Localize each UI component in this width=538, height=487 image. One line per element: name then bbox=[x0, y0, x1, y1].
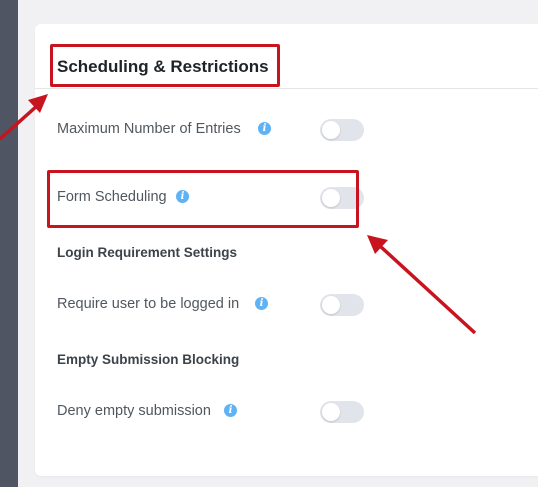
toggle-knob bbox=[322, 121, 340, 139]
form-scheduling-highlight-box bbox=[47, 170, 359, 228]
login-requirement-heading: Login Requirement Settings bbox=[57, 245, 238, 260]
toggle-knob bbox=[322, 296, 340, 314]
setting-row-deny-empty: Deny empty submission i bbox=[57, 401, 377, 423]
info-icon[interactable]: i bbox=[255, 297, 268, 310]
setting-row-require-login: Require user to be logged in i bbox=[57, 294, 377, 316]
info-icon[interactable]: i bbox=[224, 404, 237, 417]
admin-sidebar bbox=[0, 0, 18, 487]
require-login-toggle[interactable] bbox=[320, 294, 364, 316]
card-divider bbox=[35, 88, 538, 89]
require-login-label: Require user to be logged in bbox=[57, 296, 240, 312]
setting-row-max-entries: Maximum Number of Entries i bbox=[57, 119, 377, 141]
settings-card: Scheduling & Restrictions Maximum Number… bbox=[35, 24, 538, 476]
empty-submission-heading: Empty Submission Blocking bbox=[57, 352, 240, 367]
toggle-knob bbox=[322, 403, 340, 421]
info-icon[interactable]: i bbox=[258, 122, 271, 135]
deny-empty-label: Deny empty submission bbox=[57, 403, 211, 419]
page: Scheduling & Restrictions Maximum Number… bbox=[0, 0, 538, 487]
max-entries-label: Maximum Number of Entries bbox=[57, 121, 241, 137]
max-entries-toggle[interactable] bbox=[320, 119, 364, 141]
deny-empty-toggle[interactable] bbox=[320, 401, 364, 423]
title-highlight-box bbox=[50, 44, 280, 87]
